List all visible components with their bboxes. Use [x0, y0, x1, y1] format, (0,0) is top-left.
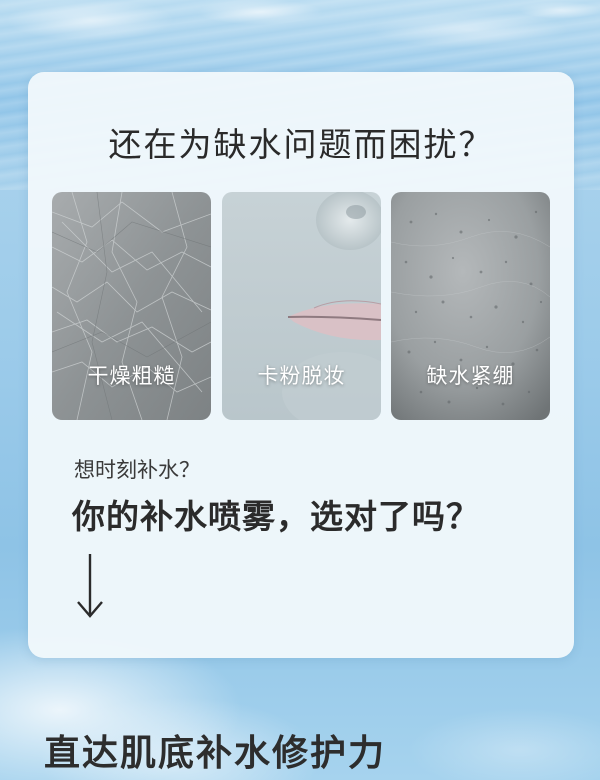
tile-label: 缺水紧绷 [426, 364, 515, 388]
question-headline: 你的补水喷雾，选对了吗？ [72, 497, 480, 536]
arrow-down-icon [77, 554, 103, 618]
tile-makeup-caking: 卡粉脱妆 [222, 192, 381, 420]
question-subtitle: 想时刻补水？ [74, 458, 200, 482]
tile-dry-rough: 干燥粗糙 [52, 192, 211, 420]
tile-label: 干燥粗糙 [87, 364, 176, 388]
skin-problem-tiles: 干燥粗糙 卡粉脱妆 缺水紧绷 [52, 192, 550, 422]
card-title: 还在为缺水问题而困扰？ [108, 125, 494, 164]
tile-dehydrated-tight: 缺水紧绷 [391, 192, 550, 420]
tile-label: 卡粉脱妆 [257, 364, 346, 388]
info-card: 还在为缺水问题而困扰？ 干燥粗糙 卡粉脱妆 缺水紧绷 想时刻补水？ 你的补水喷雾… [28, 72, 574, 658]
section-heading: 直达肌底补水修护力 [44, 733, 387, 774]
